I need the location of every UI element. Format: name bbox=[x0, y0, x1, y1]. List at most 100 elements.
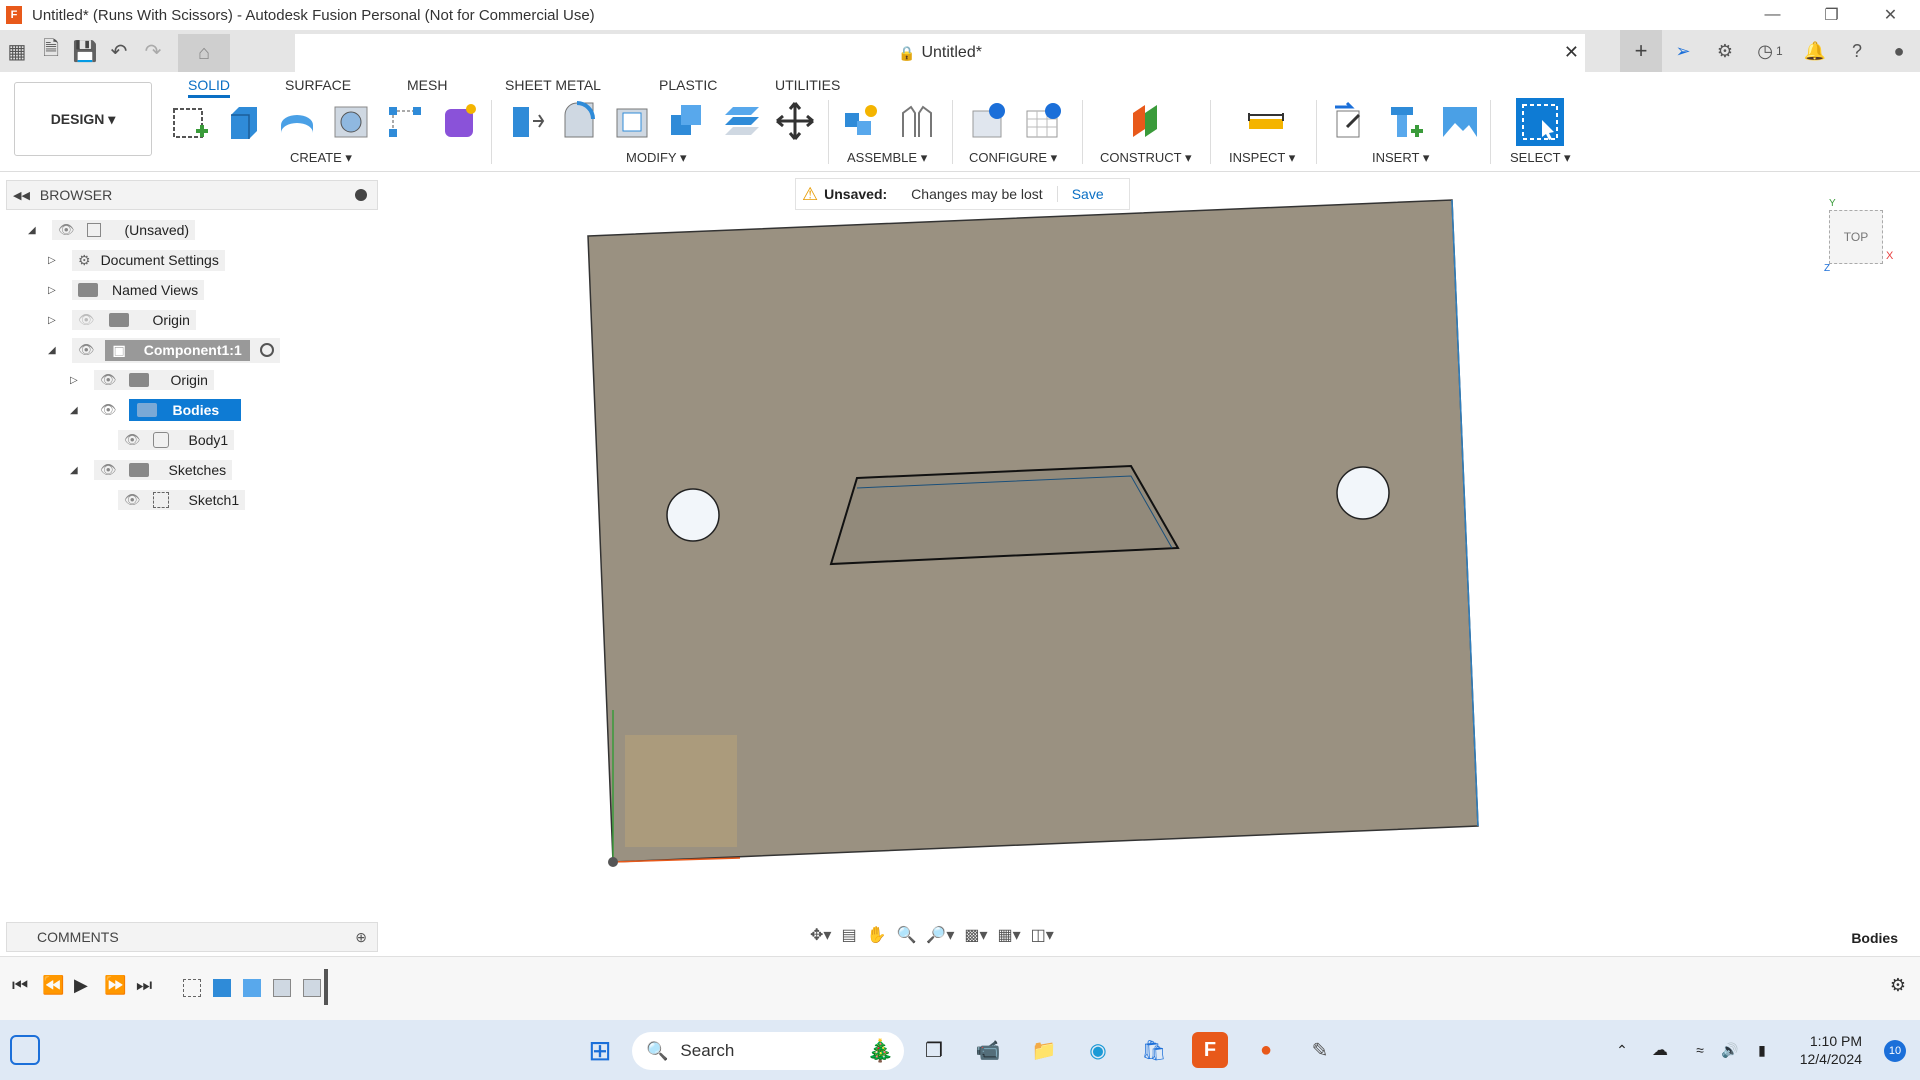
tab-mesh[interactable]: MESH bbox=[407, 74, 447, 98]
step-back-icon[interactable]: ⏪ bbox=[42, 975, 64, 996]
tree-item-named-views[interactable]: ▷ Named Views bbox=[48, 277, 205, 303]
go-to-start-icon[interactable]: ⏮ bbox=[12, 975, 28, 996]
restore-button[interactable]: ❐ bbox=[1802, 0, 1861, 30]
create-sketch-icon[interactable] bbox=[169, 100, 211, 142]
tree-item-sketch1[interactable]: 👁 Sketch1 bbox=[118, 487, 246, 513]
visibility-eye-icon[interactable]: 👁 bbox=[124, 492, 141, 508]
zoom-icon[interactable]: 🔍 bbox=[896, 925, 916, 945]
hole-left[interactable] bbox=[666, 488, 720, 542]
new-component-icon[interactable] bbox=[840, 100, 882, 142]
measure-icon[interactable] bbox=[1244, 100, 1286, 142]
add-comment-icon[interactable]: ⊕ bbox=[355, 929, 367, 946]
undo-icon[interactable]: ↶ bbox=[102, 30, 136, 72]
browser-panel-header[interactable]: ◀◀ BROWSER bbox=[6, 180, 378, 210]
play-icon[interactable]: ▶ bbox=[74, 975, 88, 996]
taskbar-search[interactable]: 🔍 Search 🎄 bbox=[632, 1032, 904, 1070]
select-group-label[interactable]: SELECT ▾ bbox=[1510, 150, 1570, 166]
visibility-eye-icon[interactable]: 👁 bbox=[78, 342, 95, 358]
timeline-extrude-feature-2[interactable] bbox=[243, 979, 261, 997]
notifications-bell-icon[interactable]: 🔔 bbox=[1794, 30, 1836, 72]
edge-icon[interactable]: ◉ bbox=[1080, 1032, 1116, 1068]
workspace-switcher-button[interactable]: DESIGN ▾ bbox=[14, 82, 152, 156]
job-status-icon[interactable]: ◷ 1 bbox=[1746, 30, 1794, 72]
shell-icon[interactable] bbox=[612, 100, 654, 142]
tree-item-root[interactable]: ◢ 👁 (Unsaved) bbox=[28, 217, 196, 243]
online-status-icon[interactable]: ⚙ bbox=[1704, 30, 1746, 72]
hidden-eye-icon[interactable]: 👁 bbox=[78, 312, 95, 328]
configure-table-icon[interactable] bbox=[1022, 100, 1064, 142]
timeline-sketch-feature[interactable] bbox=[183, 979, 201, 997]
windows-start-icon[interactable]: ⊞ bbox=[582, 1032, 618, 1068]
look-at-icon[interactable]: ▤ bbox=[841, 925, 856, 945]
fillet-icon[interactable] bbox=[558, 100, 600, 142]
activate-radio-icon[interactable] bbox=[259, 343, 274, 357]
timeline-hole-feature-2[interactable] bbox=[303, 979, 321, 997]
orbit-icon[interactable]: ✥▾ bbox=[810, 925, 831, 945]
insert-mcmaster-icon[interactable] bbox=[1384, 100, 1426, 142]
collapse-triangle-icon[interactable]: ◢ bbox=[48, 345, 62, 356]
hole-icon[interactable] bbox=[330, 100, 372, 142]
redo-icon[interactable]: ↷ bbox=[136, 30, 170, 72]
close-window-button[interactable]: ✕ bbox=[1861, 0, 1920, 30]
comments-panel[interactable]: COMMENTS ⊕ bbox=[6, 922, 378, 952]
pan-icon[interactable]: ✋ bbox=[867, 925, 887, 945]
taskbar-clock[interactable]: 1:10 PM 12/4/2024 bbox=[1800, 1032, 1862, 1068]
timeline-hole-feature[interactable] bbox=[273, 979, 291, 997]
tree-item-component-origin[interactable]: ▷ 👁 Origin bbox=[70, 367, 214, 393]
pen-tool-icon[interactable]: ✎ bbox=[1302, 1032, 1338, 1068]
show-hidden-icons[interactable]: ⌃ bbox=[1604, 1032, 1640, 1068]
expand-triangle-icon[interactable]: ▷ bbox=[48, 285, 62, 296]
timeline-extrude-feature[interactable] bbox=[213, 979, 231, 997]
visibility-eye-icon[interactable]: 👁 bbox=[124, 432, 141, 448]
help-icon[interactable]: ? bbox=[1836, 30, 1878, 72]
step-forward-icon[interactable]: ⏩ bbox=[104, 975, 126, 996]
volume-icon[interactable]: 🔊 bbox=[1712, 1032, 1748, 1068]
configure-group-label[interactable]: CONFIGURE ▾ bbox=[969, 150, 1057, 166]
expand-triangle-icon[interactable]: ◢ bbox=[28, 225, 42, 236]
extensions-icon[interactable]: ➢ bbox=[1662, 30, 1704, 72]
grid-settings-icon[interactable]: ▦▾ bbox=[998, 925, 1021, 945]
document-tab[interactable]: 🔒 Untitled* ✕ bbox=[295, 34, 1585, 72]
store-icon[interactable]: 🛍 bbox=[1136, 1032, 1172, 1068]
select-tool-icon[interactable] bbox=[1516, 98, 1564, 146]
timeline-settings-icon[interactable]: ⚙ bbox=[1890, 975, 1906, 996]
onedrive-icon[interactable]: ☁ bbox=[1642, 1032, 1678, 1068]
combine-icon[interactable] bbox=[666, 100, 708, 142]
tab-surface[interactable]: SURFACE bbox=[285, 74, 351, 98]
extrude-icon[interactable] bbox=[222, 100, 264, 142]
notification-badge[interactable]: 10 bbox=[1884, 1040, 1906, 1062]
user-avatar[interactable]: ● bbox=[1878, 30, 1920, 72]
widgets-icon[interactable] bbox=[10, 1035, 40, 1065]
close-tab-icon[interactable]: ✕ bbox=[1564, 42, 1579, 63]
save-icon[interactable]: 💾 bbox=[68, 30, 102, 72]
apps-grid-icon[interactable]: ▦ bbox=[0, 30, 34, 72]
tree-item-document-settings[interactable]: ▷ ⚙ Document Settings bbox=[48, 247, 225, 273]
file-menu-icon[interactable]: 🗎 bbox=[34, 30, 68, 72]
insert-group-label[interactable]: INSERT ▾ bbox=[1372, 150, 1429, 166]
collapse-panel-icon[interactable]: ◀◀ bbox=[13, 189, 30, 202]
minimize-button[interactable]: — bbox=[1743, 0, 1802, 30]
go-to-end-icon[interactable]: ⏭ bbox=[136, 975, 152, 996]
viewports-icon[interactable]: ◫▾ bbox=[1031, 925, 1054, 945]
offset-plane-icon[interactable] bbox=[1126, 100, 1168, 142]
collapse-triangle-icon[interactable]: ◢ bbox=[70, 405, 84, 416]
fit-icon[interactable]: 🔎▾ bbox=[926, 925, 954, 945]
display-settings-icon[interactable]: ▩▾ bbox=[964, 925, 987, 945]
create-group-label[interactable]: CREATE ▾ bbox=[290, 150, 352, 166]
tree-item-bodies[interactable]: ◢ 👁 Bodies bbox=[70, 397, 247, 423]
tab-utilities[interactable]: UTILITIES bbox=[775, 74, 840, 98]
model-viewport[interactable] bbox=[560, 190, 1500, 890]
pattern-icon[interactable] bbox=[384, 100, 426, 142]
move-copy-icon[interactable] bbox=[774, 100, 816, 142]
tab-plastic[interactable]: PLASTIC bbox=[659, 74, 717, 98]
expand-triangle-icon[interactable]: ▷ bbox=[70, 375, 84, 386]
fusion-taskbar-icon[interactable]: F bbox=[1192, 1032, 1228, 1068]
inspect-group-label[interactable]: INSPECT ▾ bbox=[1229, 150, 1295, 166]
configure-icon[interactable] bbox=[968, 100, 1010, 142]
task-view-icon[interactable]: ❐ bbox=[916, 1032, 952, 1068]
new-tab-button[interactable]: + bbox=[1620, 30, 1662, 72]
tree-item-origin[interactable]: ▷ 👁 Origin bbox=[48, 307, 196, 333]
tree-item-body1[interactable]: 👁 Body1 bbox=[118, 427, 235, 453]
tab-sheet-metal[interactable]: SHEET METAL bbox=[505, 74, 601, 98]
visibility-eye-icon[interactable]: 👁 bbox=[100, 402, 117, 418]
